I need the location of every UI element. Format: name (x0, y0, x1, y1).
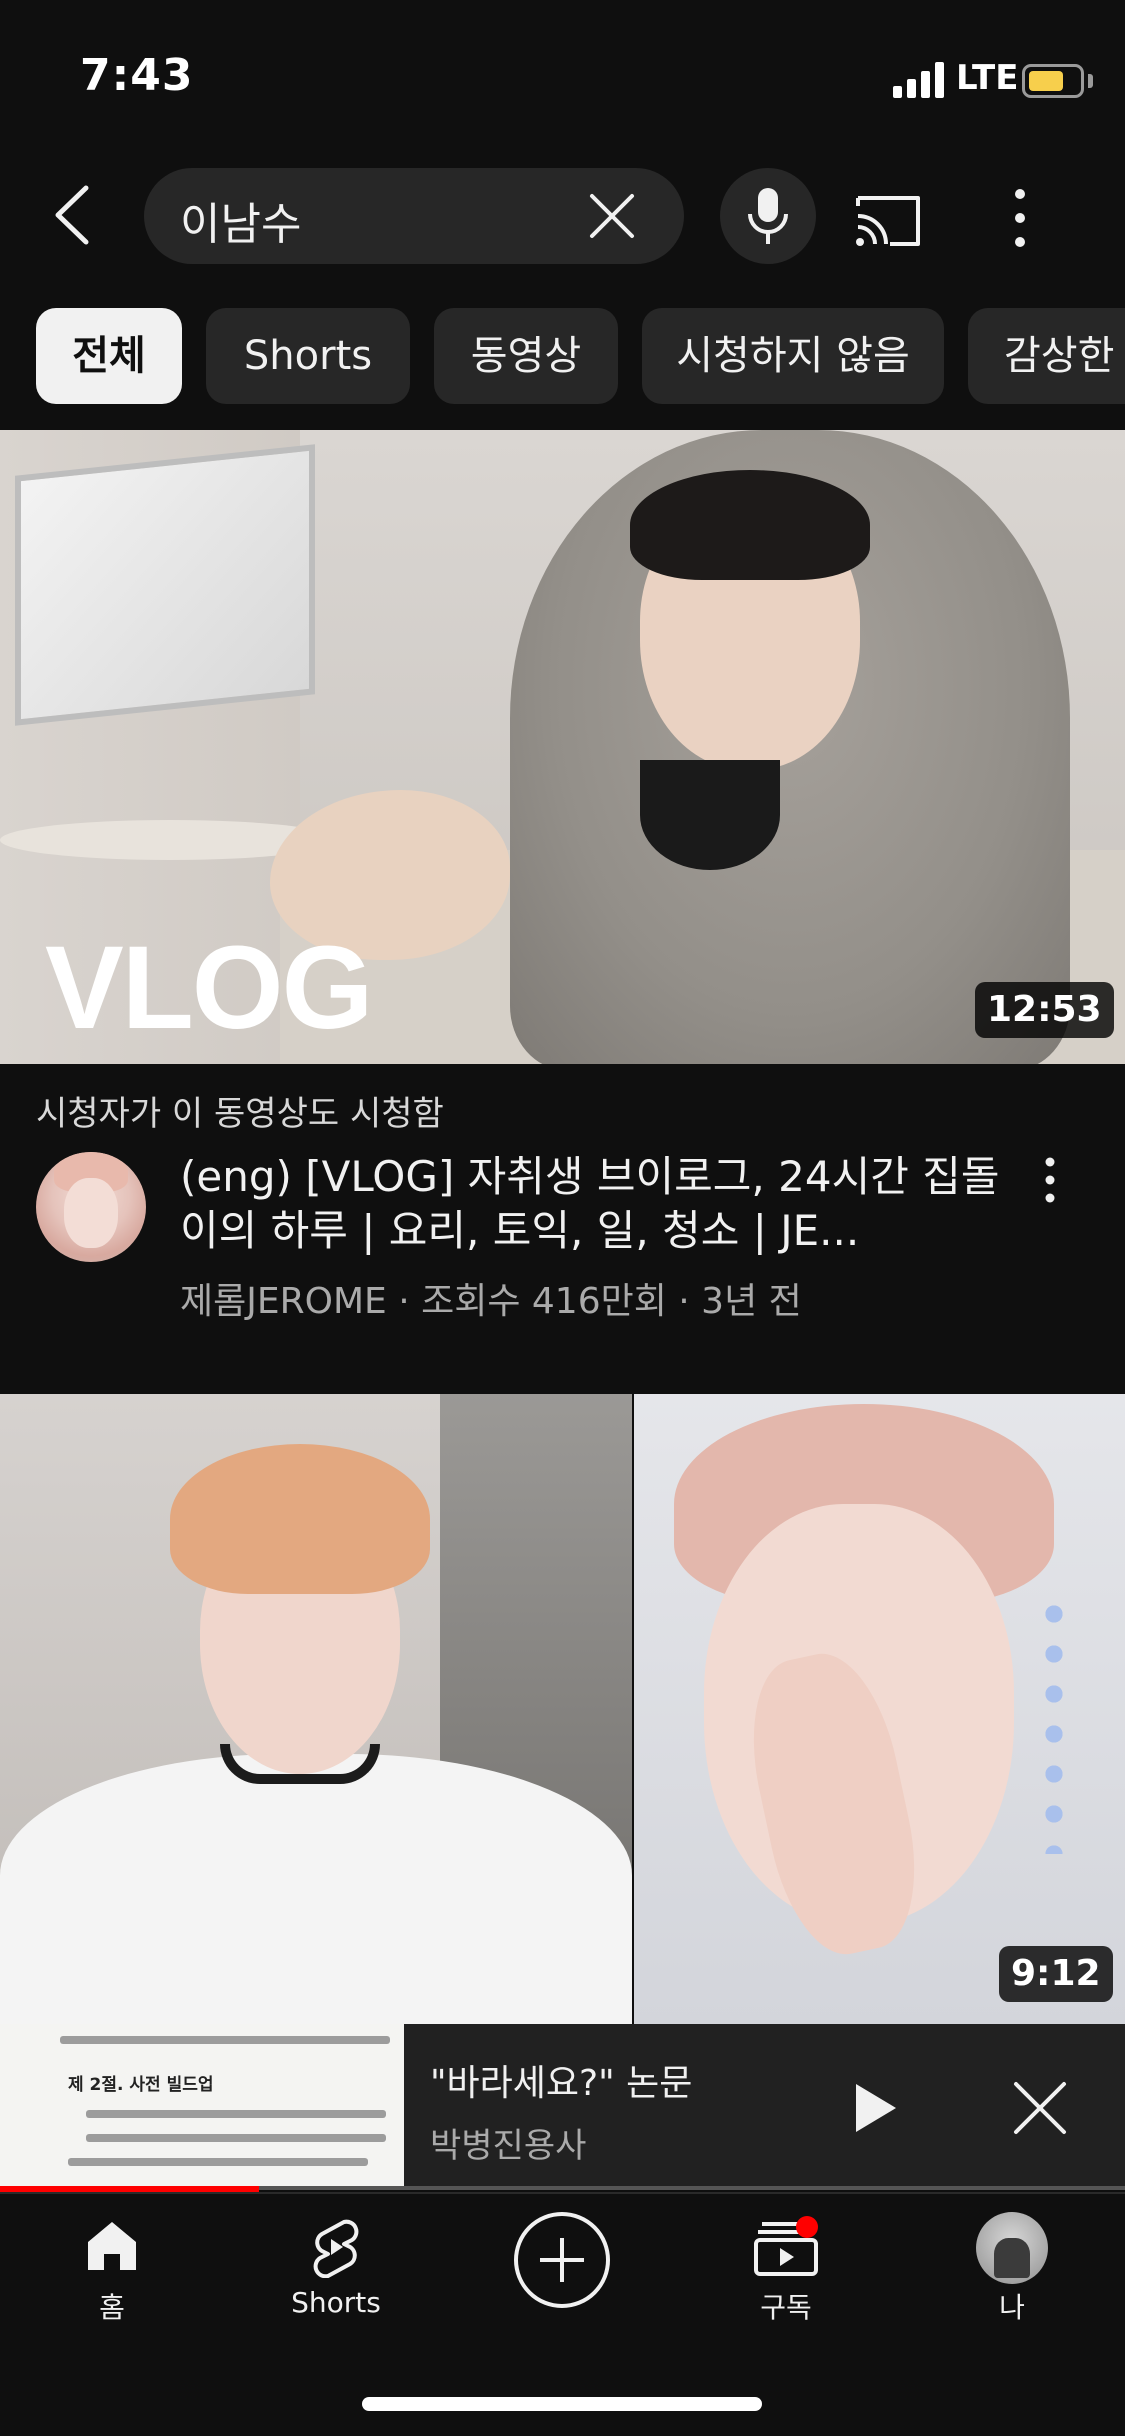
video-more-icon[interactable] (1030, 1150, 1070, 1210)
home-icon (88, 2222, 136, 2270)
thumbnail-hair (170, 1444, 430, 1594)
video-metadata: 제롬JEROME · 조회수 416만회 · 3년 전 (180, 1281, 802, 1322)
home-indicator (362, 2397, 762, 2411)
more-options-icon[interactable] (1000, 180, 1040, 256)
play-icon[interactable] (850, 2080, 900, 2136)
nav-shorts-label: Shorts (291, 2286, 381, 2319)
document-heading: 제 2절. 사전 빌드업 (68, 2075, 214, 2095)
video-duration: 9:12 (999, 1946, 1113, 2002)
thumbnail-monitor (15, 444, 315, 726)
cellular-signal-icon (893, 62, 944, 98)
video-thumbnail-left[interactable] (0, 1394, 632, 2024)
recommendation-note: 시청자가 이 동영상도 시청함 (36, 1094, 444, 1134)
chip-shorts[interactable]: Shorts (206, 308, 410, 404)
notification-dot (796, 2216, 818, 2238)
nav-home[interactable]: 홈 (32, 2194, 192, 2334)
back-arrow-icon[interactable] (44, 170, 104, 260)
voice-search-button[interactable] (720, 168, 816, 264)
nav-you-label: 나 (999, 2291, 1025, 2324)
create-button[interactable] (514, 2212, 610, 2308)
mini-player-channel: 박병진용사 (430, 2126, 587, 2166)
status-time: 7:43 (80, 50, 194, 101)
mini-player[interactable]: 제 2절. 사전 빌드업 "바라세요?" 논문 박병진용사 (0, 2024, 1125, 2192)
nav-subscriptions[interactable]: 구독 (706, 2194, 866, 2334)
nav-shorts[interactable]: Shorts (256, 2194, 416, 2334)
clear-search-icon[interactable] (584, 188, 640, 244)
network-type: LTE (956, 58, 1019, 98)
thumbnail-collar (220, 1744, 380, 1784)
nav-subscriptions-label: 구독 (760, 2291, 812, 2324)
search-query: 이남수 (180, 199, 302, 250)
thumbnail-hair (630, 470, 870, 580)
mini-player-thumbnail[interactable]: 제 2절. 사전 빌드업 (0, 2024, 404, 2190)
chip-watched[interactable]: 감상한 (968, 308, 1125, 404)
close-icon[interactable] (1010, 2078, 1070, 2138)
battery-cap (1088, 74, 1093, 88)
shorts-icon (313, 2219, 359, 2278)
mini-player-title: "바라세요?" 논문 (430, 2063, 693, 2104)
chip-videos[interactable]: 동영상 (434, 308, 618, 404)
video-thumbnail[interactable]: VLOG 12:53 (0, 430, 1125, 1064)
plus-icon (540, 2238, 584, 2282)
thumbnail-caption: VLOG (45, 922, 373, 1054)
thumbnail-flower (1034, 1594, 1074, 1854)
video-duration: 12:53 (975, 982, 1114, 1038)
nav-home-label: 홈 (99, 2291, 125, 2324)
chip-unwatched[interactable]: 시청하지 않음 (642, 308, 944, 404)
search-input[interactable]: 이남수 (144, 168, 684, 264)
cast-icon[interactable] (850, 180, 926, 256)
thumbnail-cape (0, 1754, 632, 2024)
channel-avatar[interactable] (36, 1152, 146, 1262)
profile-avatar[interactable] (976, 2212, 1048, 2284)
battery-icon (1022, 64, 1084, 98)
thumbnail-shirt (640, 760, 780, 870)
chip-all[interactable]: 전체 (36, 308, 182, 404)
microphone-icon (748, 188, 788, 244)
video-title[interactable]: (eng) [VLOG] 자취생 브이로그, 24시간 집돌이의 하루 | 요리… (180, 1150, 1010, 1258)
video-thumbnail-right[interactable]: 9:12 (634, 1394, 1125, 2024)
